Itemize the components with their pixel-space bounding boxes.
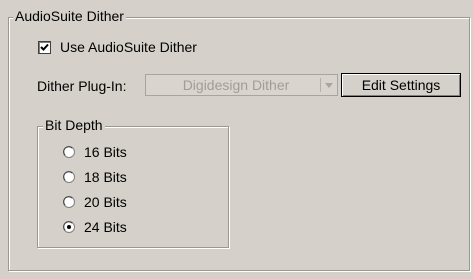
bit-depth-option-18[interactable]: 18 Bits <box>63 168 127 186</box>
radio-button-unselected[interactable] <box>63 146 75 158</box>
bit-depth-option-label: 16 Bits <box>84 144 127 160</box>
dither-plugin-select[interactable]: Digidesign Dither <box>145 74 338 96</box>
bit-depth-option-label: 20 Bits <box>84 194 127 210</box>
edit-settings-button[interactable]: Edit Settings <box>341 73 461 97</box>
bit-depth-option-16[interactable]: 16 Bits <box>63 143 127 161</box>
chevron-down-icon[interactable] <box>321 75 337 95</box>
radio-button-selected[interactable] <box>63 221 75 233</box>
radio-button-unselected[interactable] <box>63 171 75 183</box>
bit-depth-group-title: Bit Depth <box>43 117 105 133</box>
audiosuite-dither-panel: AudioSuite Dither Use AudioSuite Dither … <box>0 0 473 279</box>
bit-depth-option-24[interactable]: 24 Bits <box>63 218 127 236</box>
bit-depth-option-label: 18 Bits <box>84 169 127 185</box>
use-audiosuite-dither-checkbox-row[interactable]: Use AudioSuite Dither <box>38 38 197 56</box>
checkmark-icon <box>40 43 49 51</box>
dither-plugin-selected-value: Digidesign Dither <box>182 77 290 93</box>
bit-depth-option-20[interactable]: 20 Bits <box>63 193 127 211</box>
bit-depth-option-label: 24 Bits <box>84 219 127 235</box>
use-audiosuite-dither-label: Use AudioSuite Dither <box>60 39 197 55</box>
audiosuite-dither-group-title: AudioSuite Dither <box>13 8 126 24</box>
dither-plugin-label: Dither Plug-In: <box>37 78 127 94</box>
radio-button-unselected[interactable] <box>63 196 75 208</box>
use-audiosuite-dither-checkbox[interactable] <box>38 40 51 54</box>
